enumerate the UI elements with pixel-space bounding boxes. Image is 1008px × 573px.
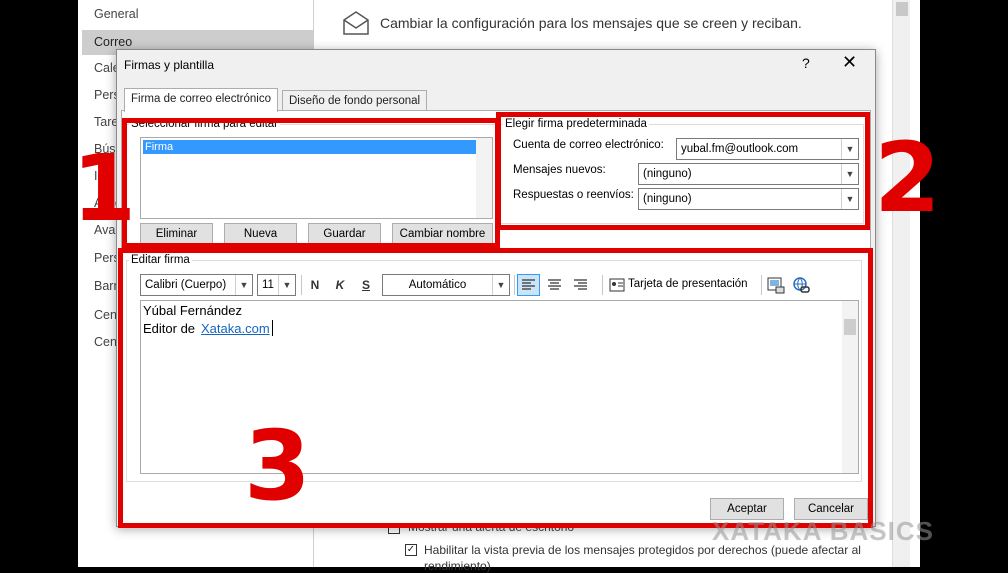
annotation-frame-2 — [496, 112, 870, 230]
tab-personal-stationery[interactable]: Diseño de fondo personal — [282, 90, 428, 112]
dialog-title: Firmas y plantilla — [124, 58, 215, 72]
sidebar-item-general[interactable]: General — [82, 2, 314, 27]
tab-email-signature[interactable]: Firma de correo electrónico — [124, 88, 278, 112]
annotation-number-2: 2 — [874, 122, 941, 234]
preview-protected-label-cont: rendimiento) — [424, 559, 491, 573]
options-scrollbar[interactable] — [892, 0, 910, 567]
annotation-number-1: 1 — [72, 135, 137, 242]
envelope-icon — [343, 11, 369, 35]
preview-protected-checkbox[interactable]: ✓ — [405, 544, 417, 556]
options-header-text: Cambiar la configuración para los mensaj… — [380, 15, 802, 31]
close-icon[interactable]: ✕ — [842, 52, 857, 73]
annotation-number-3: 3 — [244, 410, 311, 522]
help-button[interactable]: ? — [802, 55, 810, 71]
watermark-logo: XATAKA BASICS — [712, 516, 934, 546]
annotation-frame-1 — [122, 118, 500, 248]
annotation-frame-3 — [118, 248, 873, 528]
